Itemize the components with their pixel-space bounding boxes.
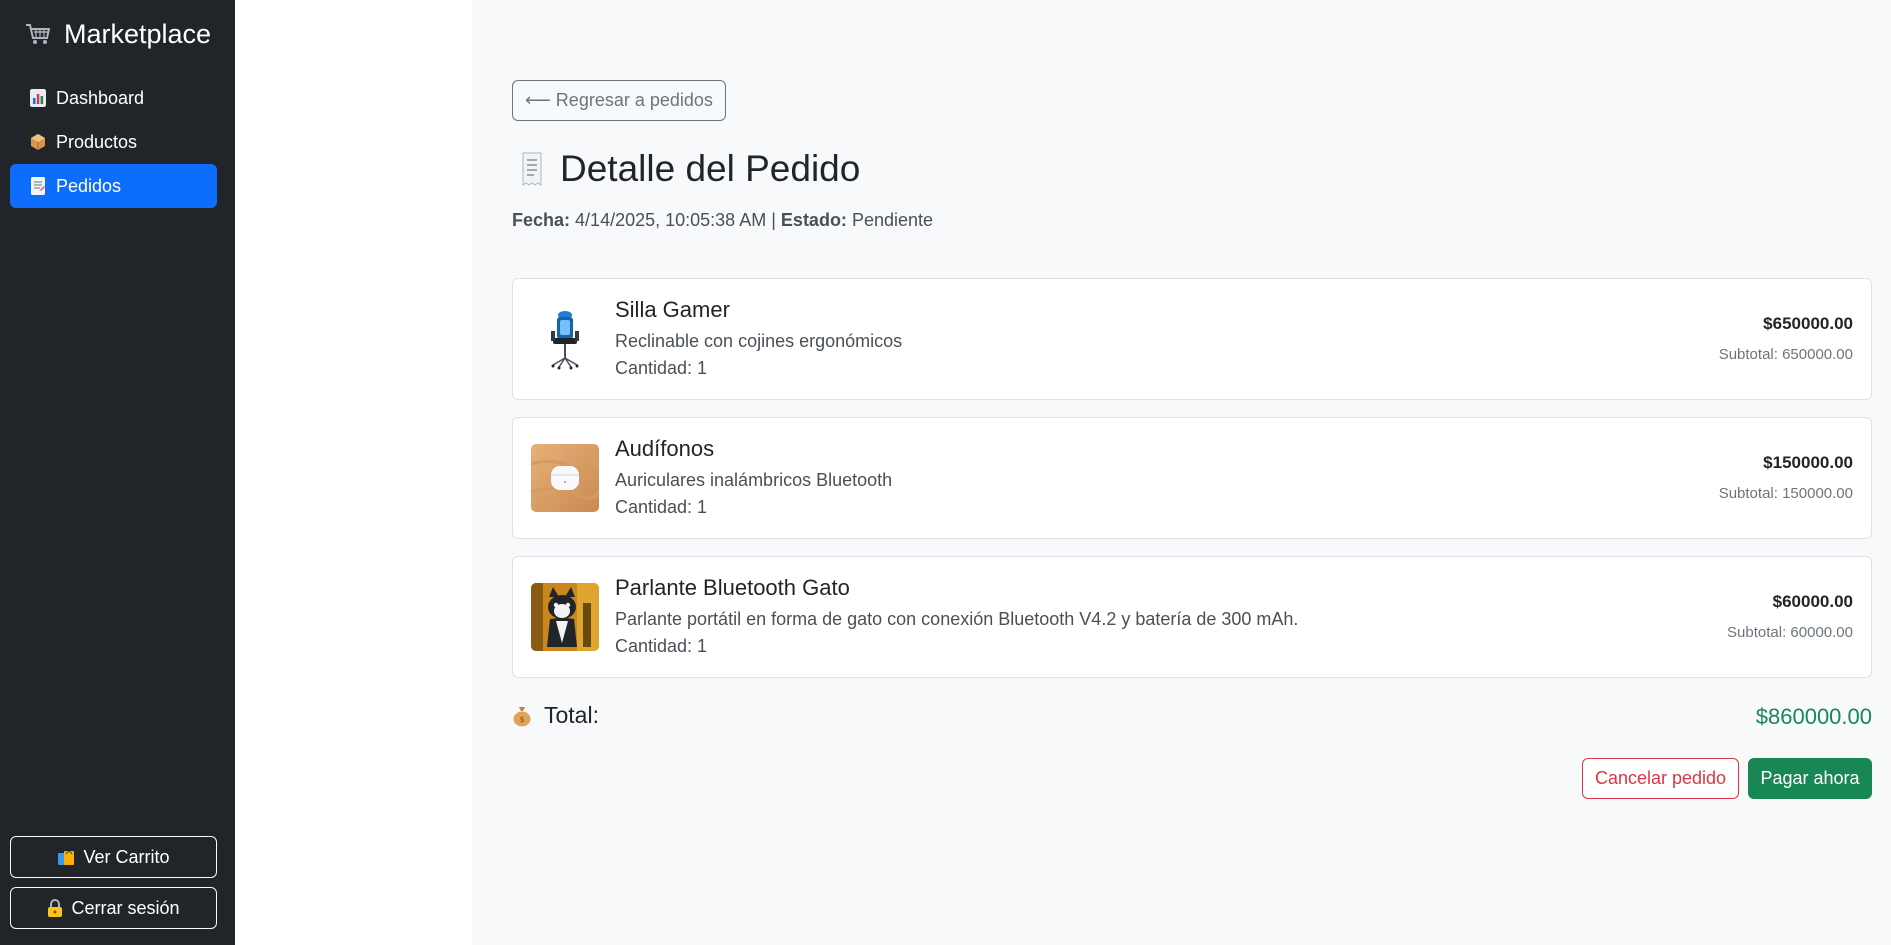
item-description: Reclinable con cojines ergonómicos <box>615 331 903 351</box>
order-total: $ Total: $860000.00 <box>512 700 1872 734</box>
svg-text:$: $ <box>519 715 524 724</box>
order-meta: Fecha: 4/14/2025, 10:05:38 AM | Estado: … <box>512 210 933 231</box>
shopping-bags-icon <box>58 850 75 865</box>
status-value: Pendiente <box>851 210 934 230</box>
total-label-group: $ Total: <box>512 702 599 729</box>
money-bag-icon: $ <box>513 706 531 726</box>
receipt-icon <box>522 152 542 186</box>
item-name: Audífonos <box>615 436 715 461</box>
item-price: $60000.00 <box>1772 592 1853 611</box>
item-description: Parlante portátil en forma de gato con c… <box>615 609 1299 629</box>
item-subtotal: Subtotal: 150000.00 <box>1718 485 1853 502</box>
item-quantity: Cantidad: 1 <box>615 358 708 378</box>
view-cart-label: Ver Carrito <box>83 846 170 867</box>
item-name: Parlante Bluetooth Gato <box>615 575 850 600</box>
view-cart-button[interactable]: Ver Carrito <box>10 836 217 878</box>
main-content: ⟵ Regresar a pedidos Detalle del Pedido … <box>472 0 1891 945</box>
sidebar-item-dashboard[interactable]: Dashboard <box>10 76 217 120</box>
item-quantity: Cantidad: 1 <box>615 636 708 656</box>
order-item: Parlante Bluetooth Gato Parlante portáti… <box>512 556 1872 678</box>
item-name: Silla Gamer <box>615 297 730 322</box>
item-subtotal: Subtotal: 650000.00 <box>1718 346 1853 363</box>
chart-icon <box>30 89 46 107</box>
sidebar-item-productos[interactable]: Productos <box>10 120 217 164</box>
status-label: Estado: <box>780 210 847 230</box>
earbuds-image <box>531 444 599 512</box>
total-label: Total: <box>544 702 599 728</box>
pay-now-button[interactable]: Pagar ahora <box>1748 758 1872 799</box>
total-value: $860000.00 <box>1755 704 1872 729</box>
item-quantity: Cantidad: 1 <box>615 497 708 517</box>
sidebar-item-pedidos[interactable]: Pedidos <box>10 164 217 208</box>
cart-icon <box>26 24 51 44</box>
brand[interactable]: Marketplace <box>24 16 211 52</box>
brand-label: Marketplace <box>64 18 212 49</box>
sidebar-item-label: Dashboard <box>56 87 145 108</box>
gaming-chair-image <box>531 305 599 373</box>
item-price: $650000.00 <box>1763 314 1853 333</box>
logout-button[interactable]: Cerrar sesión <box>10 887 217 929</box>
item-price: $150000.00 <box>1763 453 1853 472</box>
sidebar-item-label: Productos <box>56 131 138 152</box>
page-title: Detalle del Pedido <box>520 148 860 190</box>
cancel-order-button[interactable]: Cancelar pedido <box>1582 758 1739 799</box>
lock-icon <box>48 899 63 917</box>
document-icon <box>31 177 45 195</box>
page-title-text: Detalle del Pedido <box>560 148 861 189</box>
date-value: 4/14/2025, 10:05:38 AM <box>575 210 767 230</box>
date-label: Fecha: <box>512 210 571 230</box>
sidebar: Marketplace Dashboard Productos Pedidos … <box>0 0 235 945</box>
logout-label: Cerrar sesión <box>71 897 180 918</box>
meta-separator: | <box>771 210 776 230</box>
cat-speaker-image <box>531 583 599 651</box>
package-icon <box>31 134 45 150</box>
back-to-orders-button[interactable]: ⟵ Regresar a pedidos <box>512 80 726 121</box>
sidebar-item-label: Pedidos <box>56 175 122 196</box>
item-subtotal: Subtotal: 60000.00 <box>1727 624 1853 641</box>
spacer-column <box>235 0 472 945</box>
item-description: Auriculares inalámbricos Bluetooth <box>615 470 893 490</box>
sidebar-nav: Dashboard Productos Pedidos <box>10 76 217 208</box>
order-item: Silla Gamer Reclinable con cojines ergon… <box>512 278 1872 400</box>
order-item: Audífonos Auriculares inalámbricos Bluet… <box>512 417 1872 539</box>
